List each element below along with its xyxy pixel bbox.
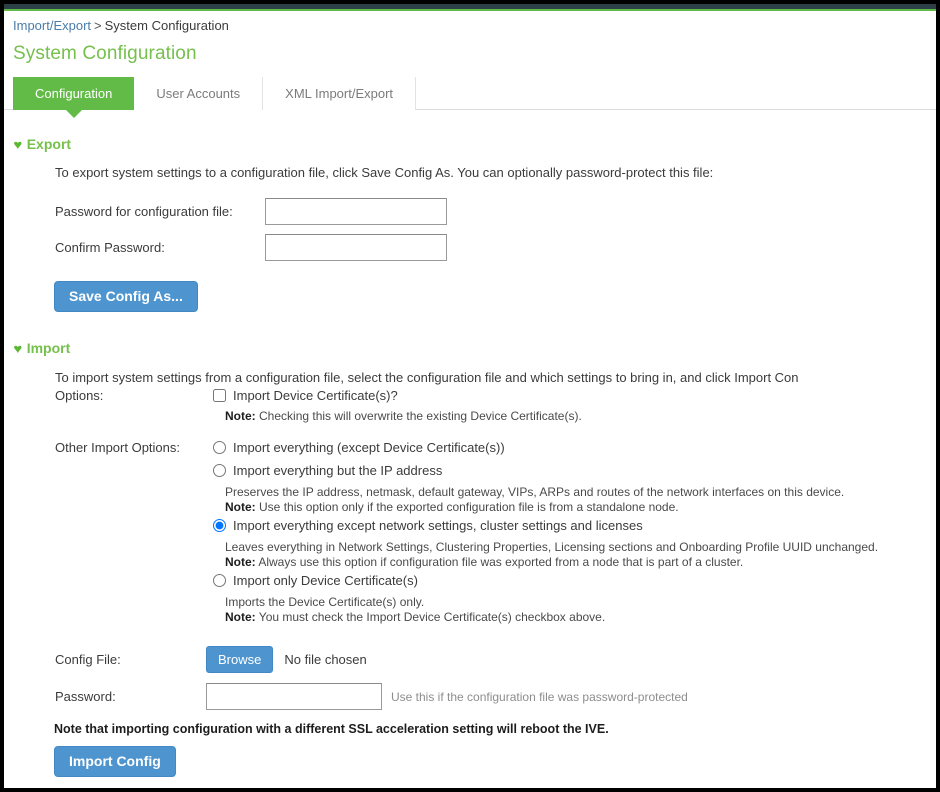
import-options-label: Options: xyxy=(55,388,104,403)
import-radio-desc-3: Imports the Device Certificate(s) only. xyxy=(225,595,425,609)
import-radio-label-2: Import everything except network setting… xyxy=(233,518,643,533)
tab-bar: Configuration User Accounts XML Import/E… xyxy=(4,77,936,118)
tab-xml-import-export-label: XML Import/Export xyxy=(285,86,394,101)
import-radio-option-2-block: Import everything except network setting… xyxy=(213,518,936,569)
import-section-body: To import system settings from a configu… xyxy=(4,370,936,777)
page-title: System Configuration xyxy=(13,43,197,64)
breadcrumb-separator: > xyxy=(94,18,102,33)
import-password-row: Password: Use this if the configuration … xyxy=(55,683,936,710)
import-radio-desc-2: Leaves everything in Network Settings, C… xyxy=(225,540,879,554)
config-file-row: Config File: Browse No file chosen xyxy=(55,646,936,673)
export-password-row: Password for configuration file: xyxy=(55,198,936,225)
import-device-certificate-note: Note: Checking this will overwrite the e… xyxy=(225,409,936,423)
note-prefix: Note: xyxy=(225,610,256,624)
import-radio-label-1: Import everything but the IP address xyxy=(233,463,443,478)
breadcrumb-link-import-export[interactable]: Import/Export xyxy=(13,18,91,33)
import-radio-note-1: Note: Use this option only if the export… xyxy=(225,500,936,514)
import-password-label: Password: xyxy=(55,689,116,704)
import-radio-except-network-cluster-licenses[interactable] xyxy=(213,519,226,532)
tab-user-accounts-label: User Accounts xyxy=(156,86,241,101)
import-actions: Import Config xyxy=(54,746,936,777)
import-config-button[interactable]: Import Config xyxy=(54,746,176,777)
import-device-certificate-option: Import Device Certificate(s)? xyxy=(213,388,398,403)
chevron-down-icon: ♥ xyxy=(13,341,23,356)
breadcrumb: Import/Export > System Configuration xyxy=(4,13,936,33)
import-radio-note-2: Note: Always use this option if configur… xyxy=(225,555,936,569)
import-radio-option-2: Import everything except network setting… xyxy=(213,518,936,533)
export-actions: Save Config As... xyxy=(54,281,936,312)
import-options-row: Options: Import Device Certificate(s)? xyxy=(55,388,936,403)
tab-configuration[interactable]: Configuration xyxy=(13,77,135,118)
import-radio-option-3: Import only Device Certificate(s) xyxy=(213,573,936,588)
import-radio-option-0: Import everything (except Device Certifi… xyxy=(213,440,505,455)
note-prefix: Note: xyxy=(225,555,256,569)
import-radio-note-3: Note: You must check the Import Device C… xyxy=(225,610,936,624)
import-section-header[interactable]: ♥ Import xyxy=(13,340,936,356)
import-intro-text: To import system settings from a configu… xyxy=(55,370,799,385)
import-section-title: Import xyxy=(26,340,71,356)
note-text: Always use this option if configuration … xyxy=(258,555,744,569)
browse-button[interactable]: Browse xyxy=(206,646,274,673)
page-content: Import/Export > System Configuration Syste… xyxy=(4,13,936,788)
config-file-label: Config File: xyxy=(55,652,121,667)
export-intro-text: To export system settings to a configura… xyxy=(55,165,714,180)
tab-user-accounts[interactable]: User Accounts xyxy=(134,77,264,110)
note-text: Use this option only if the exported con… xyxy=(259,500,679,514)
import-radio-label-0: Import everything (except Device Certifi… xyxy=(233,440,505,455)
note-prefix: Note: xyxy=(225,409,256,423)
import-radio-option-1-block: Import everything but the IP address Pre… xyxy=(213,463,936,514)
tab-xml-import-export[interactable]: XML Import/Export xyxy=(263,77,417,110)
export-confirm-password-row: Confirm Password: xyxy=(55,234,936,261)
app-top-band xyxy=(4,4,936,11)
reboot-warning-text: Note that importing configuration with a… xyxy=(54,722,609,736)
save-config-as-button[interactable]: Save Config As... xyxy=(54,281,198,312)
export-password-label: Password for configuration file: xyxy=(55,204,233,219)
export-section-body: To export system settings to a configura… xyxy=(4,165,936,312)
import-radio-option-1: Import everything but the IP address xyxy=(213,463,936,478)
export-confirm-password-label: Confirm Password: xyxy=(55,240,165,255)
note-prefix: Note: xyxy=(225,500,256,514)
selected-file-name: No file chosen xyxy=(284,652,367,667)
export-section-title: Export xyxy=(26,136,72,152)
export-section-header[interactable]: ♥ Export xyxy=(13,136,936,152)
import-radio-everything-but-ip[interactable] xyxy=(213,464,226,477)
browser-page-frame: Import/Export > System Configuration Syste… xyxy=(0,0,940,792)
other-import-options-label: Other Import Options: xyxy=(55,440,180,455)
note-text: Checking this will overwrite the existin… xyxy=(259,409,582,423)
chevron-down-icon: ♥ xyxy=(13,137,23,152)
export-password-input[interactable] xyxy=(265,198,447,225)
note-text: You must check the Import Device Certifi… xyxy=(258,610,606,624)
import-radio-desc-1: Preserves the IP address, netmask, defau… xyxy=(225,485,845,499)
import-radio-everything-except-device-cert[interactable] xyxy=(213,441,226,454)
import-device-certificate-checkbox[interactable] xyxy=(213,389,226,402)
other-import-options-row: Other Import Options: Import everything … xyxy=(55,440,936,455)
import-radio-label-3: Import only Device Certificate(s) xyxy=(233,573,418,588)
breadcrumb-current: System Configuration xyxy=(104,18,229,33)
tab-configuration-label: Configuration xyxy=(35,86,113,101)
import-radio-only-device-certificates[interactable] xyxy=(213,574,226,587)
import-device-certificate-label: Import Device Certificate(s)? xyxy=(233,388,398,403)
import-radio-option-3-block: Import only Device Certificate(s) Import… xyxy=(213,573,936,624)
import-password-input[interactable] xyxy=(206,683,382,710)
import-password-hint: Use this if the configuration file was p… xyxy=(391,689,688,704)
tab-active-pointer-icon xyxy=(65,110,82,118)
export-confirm-password-input[interactable] xyxy=(265,234,447,261)
